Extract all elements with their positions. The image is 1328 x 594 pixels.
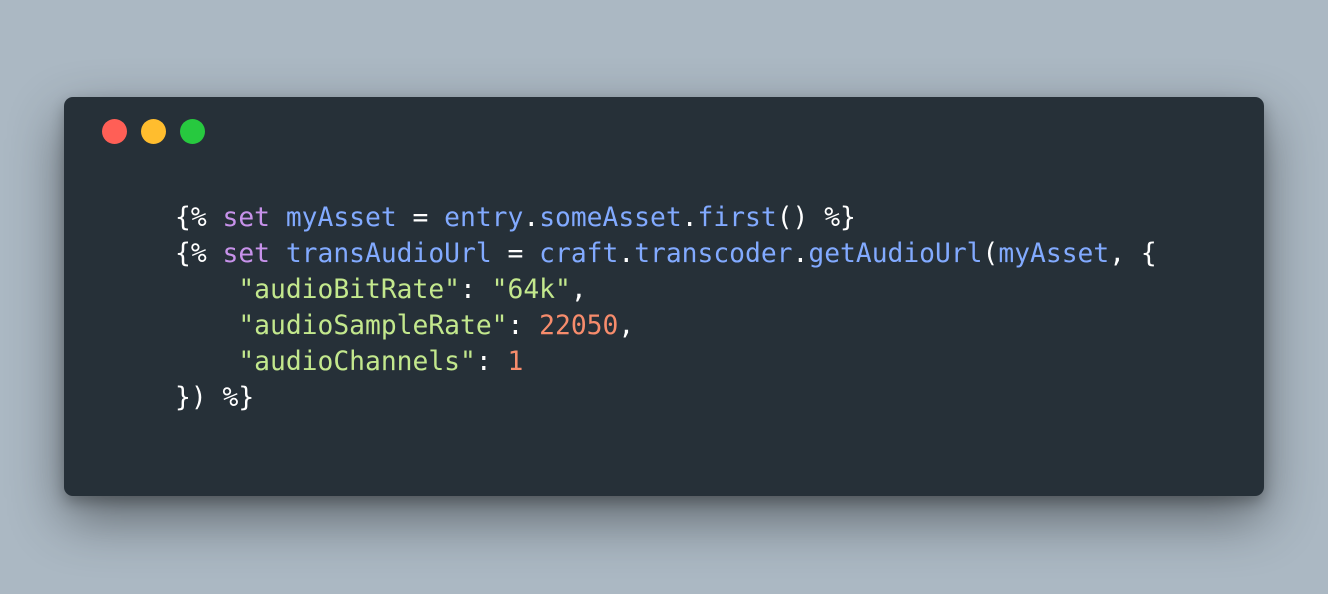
code-token: 22050 bbox=[539, 311, 619, 341]
code-token: "audioBitRate" bbox=[238, 275, 460, 305]
code-token: . bbox=[681, 203, 698, 233]
code-token: myAsset bbox=[285, 203, 397, 233]
code-token: }) %} bbox=[175, 383, 255, 413]
code-token: myAsset bbox=[998, 239, 1110, 269]
code-line: }) %} bbox=[175, 380, 1157, 416]
code-line: "audioBitRate": "64k", bbox=[175, 272, 1157, 308]
code-token: set bbox=[222, 203, 271, 233]
zoom-dot-icon[interactable] bbox=[180, 119, 205, 144]
code-line: {% set transAudioUrl = craft.transcoder.… bbox=[175, 236, 1157, 272]
code-token: , bbox=[570, 275, 587, 305]
code-token: : bbox=[475, 347, 508, 377]
code-token: "audioChannels" bbox=[238, 347, 476, 377]
code-token: . bbox=[792, 239, 809, 269]
code-token: 1 bbox=[507, 347, 524, 377]
code-token: . bbox=[618, 239, 635, 269]
code-token: getAudioUrl bbox=[808, 239, 983, 269]
close-dot-icon[interactable] bbox=[102, 119, 127, 144]
code-line: {% set myAsset = entry.someAsset.first()… bbox=[175, 200, 1157, 236]
code-token: transAudioUrl bbox=[285, 239, 492, 269]
code-window: {% set myAsset = entry.someAsset.first()… bbox=[64, 97, 1264, 496]
code-token: transcoder bbox=[634, 239, 793, 269]
code-token: {% bbox=[175, 239, 223, 269]
code-token: "64k" bbox=[491, 275, 571, 305]
code-line: "audioSampleRate": 22050, bbox=[175, 308, 1157, 344]
code-token: : bbox=[460, 275, 492, 305]
code-token: = bbox=[491, 239, 540, 269]
code-token: {% bbox=[175, 203, 223, 233]
code-token: () %} bbox=[776, 203, 856, 233]
code-token: . bbox=[523, 203, 540, 233]
window-controls bbox=[102, 119, 205, 144]
code-token: set bbox=[222, 239, 271, 269]
code-token: craft bbox=[539, 239, 619, 269]
code-block: {% set myAsset = entry.someAsset.first()… bbox=[175, 200, 1157, 416]
code-line: "audioChannels": 1 bbox=[175, 344, 1157, 380]
code-token: , { bbox=[1109, 239, 1157, 269]
minimize-dot-icon[interactable] bbox=[141, 119, 166, 144]
code-token: "audioSampleRate" bbox=[238, 311, 508, 341]
code-token: someAsset bbox=[539, 203, 682, 233]
code-token: : bbox=[507, 311, 540, 341]
code-token: , bbox=[618, 311, 635, 341]
code-token: ( bbox=[982, 239, 999, 269]
code-token: first bbox=[697, 203, 777, 233]
code-token: = bbox=[396, 203, 445, 233]
code-token: entry bbox=[444, 203, 524, 233]
